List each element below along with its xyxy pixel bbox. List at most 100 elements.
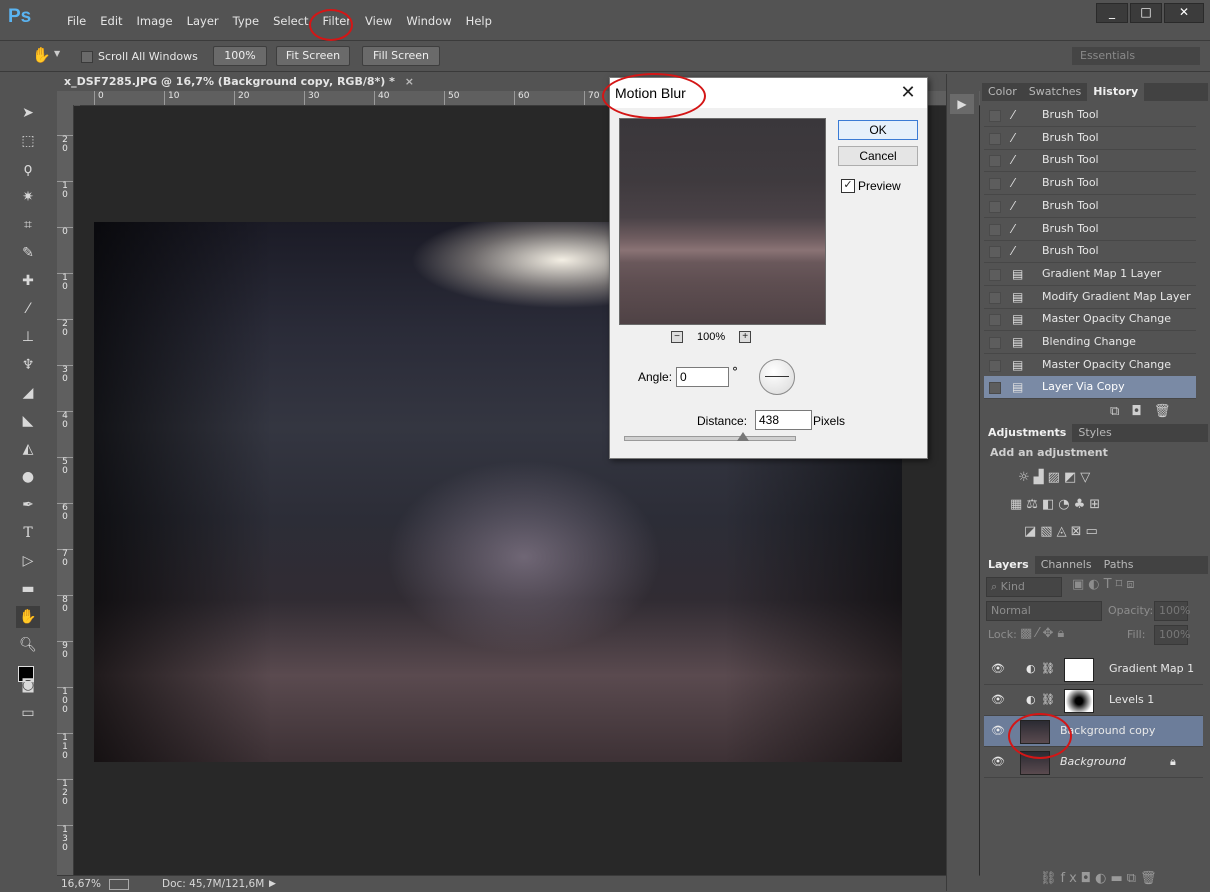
- pen-tool-icon[interactable]: ✒: [16, 494, 40, 516]
- fit-screen-button[interactable]: Fit Screen: [276, 46, 350, 66]
- menu-help[interactable]: Help: [459, 14, 499, 28]
- history-snapshot-box[interactable]: [989, 382, 1001, 395]
- link-layers-icon[interactable]: ⛓︎: [1040, 871, 1061, 886]
- distance-input[interactable]: 438: [755, 410, 812, 430]
- menu-edit[interactable]: Edit: [93, 14, 129, 28]
- history-snapshot-box[interactable]: [989, 155, 1001, 168]
- close-window-button[interactable]: ✕: [1164, 3, 1204, 23]
- blur-tool-icon[interactable]: ◭: [16, 438, 40, 460]
- brush-tool-icon[interactable]: ⁄: [16, 298, 40, 320]
- menu-view[interactable]: View: [358, 14, 399, 28]
- history-item[interactable]: ▤ Blending Change: [984, 331, 1196, 354]
- tab-color[interactable]: Color: [982, 83, 1023, 101]
- ruler-corner[interactable]: [57, 91, 80, 105]
- lasso-tool-icon[interactable]: ϙ: [16, 158, 40, 180]
- layer-mask-thumbnail[interactable]: [1064, 658, 1094, 682]
- link-icon[interactable]: ⛓︎: [1041, 685, 1055, 715]
- eye-icon[interactable]: 👁︎: [991, 716, 1005, 746]
- selective-color-icon[interactable]: ▭: [1086, 524, 1102, 539]
- cancel-button[interactable]: Cancel: [838, 146, 918, 166]
- hand-icon[interactable]: ✋: [32, 46, 51, 64]
- hue-saturation-icon[interactable]: ▦: [1010, 497, 1026, 512]
- history-item[interactable]: ▤ Layer Via Copy: [984, 376, 1196, 400]
- zoom-100-button[interactable]: 100%: [213, 46, 267, 66]
- tab-styles[interactable]: Styles: [1072, 424, 1117, 442]
- trash-icon[interactable]: 🗑︎: [1154, 404, 1175, 419]
- adjustment-filter-icon[interactable]: ◐: [1088, 577, 1103, 592]
- distance-slider[interactable]: [624, 436, 796, 441]
- crop-tool-icon[interactable]: ⌗: [16, 214, 40, 236]
- color-lookup-icon[interactable]: ⊞: [1089, 497, 1104, 512]
- history-snapshot-box[interactable]: [989, 200, 1001, 213]
- layer-name[interactable]: Gradient Map 1: [1109, 654, 1194, 684]
- camera-icon[interactable]: ◘: [1131, 404, 1145, 419]
- tab-paths[interactable]: Paths: [1098, 556, 1140, 574]
- photo-filter-icon[interactable]: ◔: [1058, 497, 1073, 512]
- move-tool-icon[interactable]: ➤: [16, 102, 40, 124]
- history-snapshot-box[interactable]: [989, 291, 1001, 304]
- layer-name[interactable]: Background: [1060, 747, 1126, 777]
- tab-history[interactable]: History: [1087, 83, 1145, 101]
- history-item[interactable]: ⁄ Brush Tool: [984, 127, 1196, 150]
- clone-stamp-tool-icon[interactable]: ⊥: [16, 326, 40, 348]
- blur-preview[interactable]: [619, 118, 826, 325]
- quick-mask-icon[interactable]: ◙: [16, 674, 40, 696]
- preview-checkbox[interactable]: ✓: [841, 179, 855, 193]
- new-layer-icon[interactable]: ⧉: [1127, 871, 1140, 886]
- folder-icon[interactable]: ▬: [1110, 871, 1126, 886]
- chevron-down-icon[interactable]: ▼: [54, 49, 60, 58]
- layer-filter-kind[interactable]: ⌕ Kind: [986, 577, 1062, 597]
- opacity-input[interactable]: 100%: [1154, 601, 1190, 621]
- history-snapshot-box[interactable]: [989, 337, 1001, 349]
- status-menu-arrow-icon[interactable]: ▶: [269, 876, 276, 892]
- scroll-all-checkbox[interactable]: [81, 51, 93, 63]
- zoom-in-button[interactable]: +: [739, 331, 752, 343]
- layer-name[interactable]: Levels 1: [1109, 685, 1154, 715]
- pixel-filter-icon[interactable]: ▣: [1072, 577, 1088, 592]
- new-document-from-state-icon[interactable]: ⧉: [1110, 404, 1123, 419]
- gradient-map-icon[interactable]: ⊠: [1071, 524, 1086, 539]
- menu-window[interactable]: Window: [399, 14, 458, 28]
- history-item[interactable]: ▤ Master Opacity Change: [984, 354, 1196, 377]
- history-snapshot-box[interactable]: [989, 110, 1001, 122]
- zoom-out-button[interactable]: −: [671, 331, 683, 343]
- fx-icon[interactable]: fx: [1061, 871, 1081, 886]
- history-item[interactable]: ⁄ Brush Tool: [984, 104, 1196, 127]
- trash-icon[interactable]: 🗑︎: [1140, 871, 1161, 886]
- healing-brush-tool-icon[interactable]: ✚: [16, 270, 40, 292]
- path-selection-tool-icon[interactable]: ▷: [16, 550, 40, 572]
- menu-layer[interactable]: Layer: [180, 14, 226, 28]
- history-item[interactable]: ⁄ Brush Tool: [984, 195, 1196, 218]
- history-item[interactable]: ▤ Gradient Map 1 Layer: [984, 263, 1196, 286]
- color-balance-icon[interactable]: ⚖: [1026, 497, 1042, 512]
- history-snapshot-box[interactable]: [989, 359, 1001, 372]
- hand-tool-icon[interactable]: ✋: [16, 606, 40, 628]
- preview-checkbox-row[interactable]: ✓ Preview: [841, 179, 901, 193]
- history-item[interactable]: ▤ Modify Gradient Map Layer: [984, 286, 1196, 309]
- curves-icon[interactable]: ▨: [1048, 470, 1064, 485]
- lock-transparent-icon[interactable]: ▩: [1020, 626, 1036, 641]
- vibrance-icon[interactable]: ▽: [1080, 470, 1094, 485]
- history-item[interactable]: ⁄ Brush Tool: [984, 149, 1196, 173]
- maximize-button[interactable]: □: [1130, 3, 1162, 23]
- exposure-icon[interactable]: ◩: [1064, 470, 1080, 485]
- history-snapshot-box[interactable]: [989, 178, 1001, 191]
- tab-adjustments[interactable]: Adjustments: [982, 424, 1073, 442]
- type-tool-icon[interactable]: T: [16, 522, 40, 544]
- eye-icon[interactable]: 👁︎: [991, 685, 1005, 715]
- posterize-icon[interactable]: ▧: [1040, 524, 1056, 539]
- history-snapshot-box[interactable]: [989, 246, 1001, 259]
- angle-dial[interactable]: [759, 359, 795, 395]
- ok-button[interactable]: OK: [838, 120, 918, 140]
- play-icon[interactable]: ▶: [950, 94, 974, 114]
- paint-bucket-tool-icon[interactable]: ◣: [16, 410, 40, 432]
- blend-mode-select[interactable]: Normal: [986, 601, 1102, 621]
- fill-screen-button[interactable]: Fill Screen: [362, 46, 440, 66]
- marquee-tool-icon[interactable]: ⬚: [16, 130, 40, 152]
- levels-icon[interactable]: ▟: [1034, 470, 1048, 485]
- layer-name[interactable]: Background copy: [1060, 716, 1155, 746]
- history-brush-tool-icon[interactable]: ♆: [16, 354, 40, 376]
- threshold-icon[interactable]: ◬: [1057, 524, 1071, 539]
- close-icon[interactable]: ✕: [897, 81, 919, 103]
- eye-icon[interactable]: 👁︎: [991, 747, 1005, 777]
